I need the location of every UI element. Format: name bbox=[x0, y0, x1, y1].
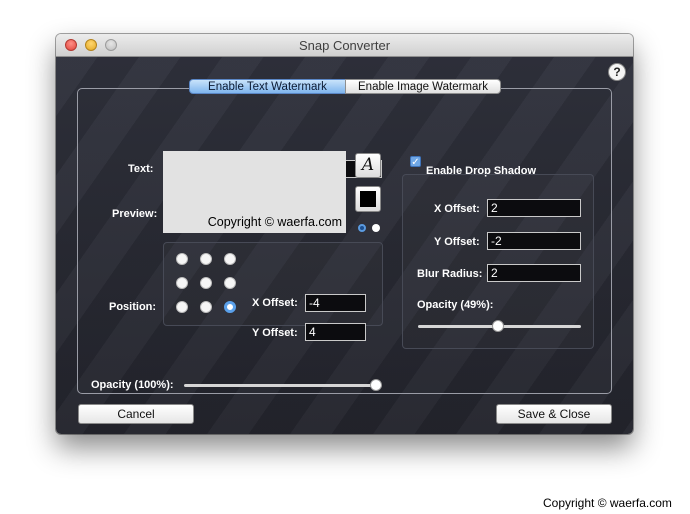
position-bottom-left[interactable] bbox=[176, 301, 188, 313]
opacity-label: Opacity (100%): bbox=[91, 379, 174, 391]
y-offset-field[interactable] bbox=[305, 323, 366, 341]
shadow-y-offset-field[interactable] bbox=[487, 232, 581, 250]
position-top-center[interactable] bbox=[200, 253, 212, 265]
font-icon: A bbox=[361, 155, 375, 175]
preview-label: Preview: bbox=[112, 208, 158, 220]
font-picker-button[interactable]: A bbox=[355, 153, 381, 178]
position-bottom-center[interactable] bbox=[200, 301, 212, 313]
window-title: Snap Converter bbox=[298, 38, 391, 53]
shadow-x-offset-field[interactable] bbox=[487, 199, 581, 217]
x-offset-field[interactable] bbox=[305, 294, 366, 312]
position-middle-left[interactable] bbox=[176, 277, 188, 289]
title-bar[interactable]: Snap Converter bbox=[56, 34, 633, 57]
snap-converter-window: Snap Converter ? Enable Text Watermark E… bbox=[56, 34, 633, 434]
text-color-button[interactable] bbox=[355, 186, 381, 212]
blur-radius-label: Blur Radius: bbox=[417, 268, 483, 280]
opacity-slider-track[interactable] bbox=[184, 384, 382, 387]
watermark-preview: Copyright © waerfa.com bbox=[163, 151, 346, 233]
shadow-x-offset-label: X Offset: bbox=[434, 203, 480, 215]
shadow-opacity-slider-thumb[interactable] bbox=[491, 320, 504, 332]
position-top-right[interactable] bbox=[224, 253, 236, 265]
shadow-opacity-label: Opacity (49%): bbox=[417, 299, 494, 311]
text-label: Text: bbox=[128, 163, 154, 175]
window-content: ? Enable Text Watermark Enable Image Wat… bbox=[56, 57, 633, 434]
preview-watermark-text: Copyright © waerfa.com bbox=[207, 215, 342, 229]
y-offset-label: Y Offset: bbox=[252, 327, 298, 339]
help-button[interactable]: ? bbox=[609, 64, 625, 80]
position-middle-right[interactable] bbox=[224, 277, 236, 289]
position-center[interactable] bbox=[200, 277, 212, 289]
color-mode-radio-2[interactable] bbox=[372, 224, 380, 232]
opacity-slider-thumb[interactable] bbox=[370, 379, 382, 391]
x-offset-label: X Offset: bbox=[252, 297, 298, 309]
position-bottom-right[interactable] bbox=[224, 301, 236, 313]
tab-image-watermark[interactable]: Enable Image Watermark bbox=[345, 79, 501, 94]
blur-radius-field[interactable] bbox=[487, 264, 581, 282]
checkmark-icon: ✓ bbox=[411, 157, 420, 168]
color-swatch bbox=[360, 191, 376, 207]
save-close-button[interactable]: Save & Close bbox=[496, 404, 612, 424]
drop-shadow-checkbox[interactable]: ✓ bbox=[410, 156, 421, 168]
position-label: Position: bbox=[109, 301, 157, 313]
position-top-left[interactable] bbox=[176, 253, 188, 265]
color-mode-radio-1[interactable] bbox=[358, 224, 366, 232]
shadow-y-offset-label: Y Offset: bbox=[434, 236, 480, 248]
footer-copyright: Copyright © waerfa.com bbox=[543, 496, 672, 510]
tab-text-watermark[interactable]: Enable Text Watermark bbox=[189, 79, 346, 94]
cancel-button[interactable]: Cancel bbox=[78, 404, 194, 424]
position-box bbox=[163, 242, 383, 326]
